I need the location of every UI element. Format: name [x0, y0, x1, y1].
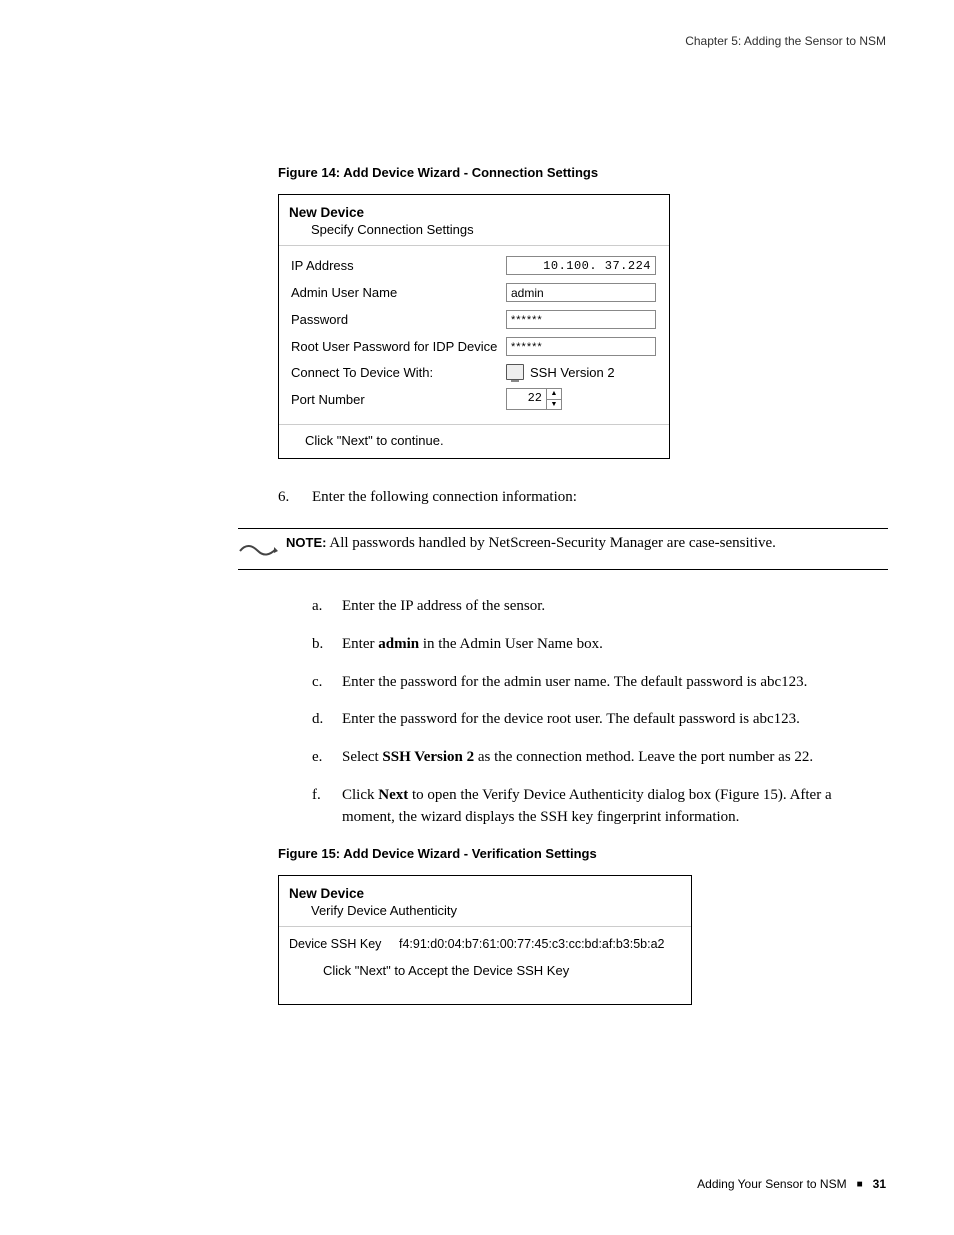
figure14-caption: Figure 14: Add Device Wizard - Connectio…: [278, 165, 888, 180]
ssh-key-label: Device SSH Key: [289, 937, 399, 951]
spinner-arrows[interactable]: ▲ ▼: [546, 389, 561, 409]
dialog2-title: New Device: [289, 886, 681, 901]
note-block: NOTE: All passwords handled by NetScreen…: [238, 528, 888, 570]
substep-a-marker: a.: [312, 596, 342, 618]
root-password-label: Root User Password for IDP Device: [291, 339, 506, 354]
dialog-footer-hint: Click "Next" to continue.: [279, 424, 669, 458]
dialog-title: New Device: [289, 205, 659, 220]
step6-marker: 6.: [278, 489, 312, 506]
ip-label: IP Address: [291, 258, 506, 273]
substep-e-marker: e.: [312, 747, 342, 769]
dialog-subtitle: Specify Connection Settings: [289, 222, 659, 237]
substep-f-marker: f.: [312, 785, 342, 829]
substep-c-marker: c.: [312, 672, 342, 694]
figure15-caption: Figure 15: Add Device Wizard - Verificat…: [278, 846, 888, 861]
admin-user-label: Admin User Name: [291, 285, 506, 300]
dialog2-footer-hint: Click "Next" to Accept the Device SSH Ke…: [289, 959, 681, 1000]
admin-user-input[interactable]: admin: [506, 283, 656, 302]
chapter-header: Chapter 5: Adding the Sensor to NSM: [685, 34, 886, 48]
ssh-key-value: f4:91:d0:04:b7:61:00:77:45:c3:cc:bd:af:b…: [399, 937, 665, 951]
substep-f-text: Click Next to open the Verify Device Aut…: [342, 785, 888, 829]
substep-e-text: Select SSH Version 2 as the connection m…: [342, 747, 888, 769]
footer-section: Adding Your Sensor to NSM: [697, 1177, 846, 1191]
substep-c-text: Enter the password for the admin user na…: [342, 672, 888, 694]
terminal-icon: [506, 364, 524, 380]
substep-b-text: Enter admin in the Admin User Name box.: [342, 634, 888, 656]
spinner-up-icon[interactable]: ▲: [547, 389, 561, 400]
substep-b-marker: b.: [312, 634, 342, 656]
add-device-dialog-connection: New Device Specify Connection Settings I…: [278, 194, 670, 459]
substep-a-text: Enter the IP address of the sensor.: [342, 596, 888, 618]
note-pencil-icon: [238, 539, 278, 563]
root-password-input[interactable]: ******: [506, 337, 656, 356]
port-spinner[interactable]: 22 ▲ ▼: [506, 388, 562, 410]
ip-input[interactable]: 10.100. 37.224: [506, 256, 656, 275]
note-label: NOTE:: [286, 535, 326, 550]
footer-square-icon: ■: [857, 1179, 863, 1190]
spinner-down-icon[interactable]: ▼: [547, 400, 561, 410]
dialog2-subtitle: Verify Device Authenticity: [289, 903, 681, 918]
substep-d-marker: d.: [312, 709, 342, 731]
step6-text: Enter the following connection informati…: [312, 489, 888, 506]
page-number: 31: [873, 1177, 886, 1191]
note-text: All passwords handled by NetScreen-Secur…: [329, 535, 776, 551]
connect-method-select[interactable]: SSH Version 2: [506, 364, 615, 380]
add-device-dialog-verify: New Device Verify Device Authenticity De…: [278, 875, 692, 1005]
connect-method-value: SSH Version 2: [530, 365, 615, 380]
substep-d-text: Enter the password for the device root u…: [342, 709, 888, 731]
password-input[interactable]: ******: [506, 310, 656, 329]
port-label: Port Number: [291, 392, 506, 407]
port-value: 22: [507, 389, 546, 409]
connect-label: Connect To Device With:: [291, 365, 506, 380]
password-label: Password: [291, 312, 506, 327]
